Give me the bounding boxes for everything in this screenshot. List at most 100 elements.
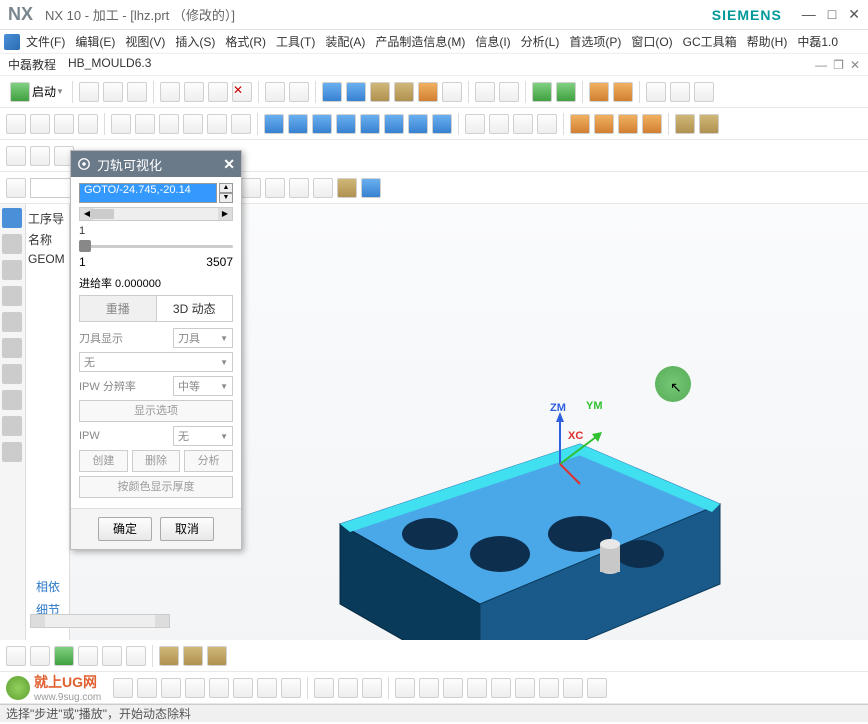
tree-horizontal-scroll[interactable] [30, 614, 170, 628]
btool-8[interactable] [183, 646, 203, 666]
sub-close-icon[interactable]: ✕ [850, 58, 860, 72]
ctool-18[interactable] [539, 678, 559, 698]
tool-f3[interactable] [159, 114, 179, 134]
create-button[interactable]: 创建 [79, 450, 128, 472]
tool-i4[interactable] [642, 114, 662, 134]
tool-snap8[interactable] [361, 178, 381, 198]
tool-snap7[interactable] [337, 178, 357, 198]
tool-b1[interactable] [532, 82, 552, 102]
sidebar-nav-7[interactable] [2, 364, 22, 384]
menu-view[interactable]: 视图(V) [121, 31, 169, 52]
frame-slider[interactable] [79, 237, 233, 255]
ctool-6[interactable] [233, 678, 253, 698]
tool-view1[interactable] [322, 82, 342, 102]
tool-snap3[interactable] [241, 178, 261, 198]
tool-i3[interactable] [618, 114, 638, 134]
tool-cut[interactable] [160, 82, 180, 102]
scroll-thumb[interactable] [90, 209, 114, 219]
ctool-10[interactable] [338, 678, 358, 698]
display-options-button[interactable]: 显示选项 [79, 400, 233, 422]
ctool-11[interactable] [362, 678, 382, 698]
menu-gctoolbox[interactable]: GC工具箱 [679, 31, 741, 52]
btool-5[interactable] [102, 646, 122, 666]
tool-h4[interactable] [537, 114, 557, 134]
menu-file[interactable]: 文件(F) [22, 31, 69, 52]
tool-f5[interactable] [207, 114, 227, 134]
app-icon[interactable] [4, 34, 20, 50]
tool-g3[interactable] [312, 114, 332, 134]
btool-2[interactable] [30, 646, 50, 666]
tool-cube2[interactable] [394, 82, 414, 102]
sub-minimize-icon[interactable]: — [815, 58, 827, 72]
tool-snap5[interactable] [289, 178, 309, 198]
ctool-13[interactable] [419, 678, 439, 698]
tool-k2[interactable] [30, 146, 50, 166]
goto-down-button[interactable]: ▼ [219, 193, 233, 203]
ctool-8[interactable] [281, 678, 301, 698]
color-thickness-button[interactable]: 按颜色显示厚度 [79, 476, 233, 498]
tool-f1[interactable] [111, 114, 131, 134]
tool-delete[interactable]: ✕ [232, 82, 252, 102]
tool-display-none-select[interactable]: 无 [79, 352, 233, 372]
tool-h3[interactable] [513, 114, 533, 134]
tool-cube1[interactable] [370, 82, 390, 102]
sidebar-nav-9[interactable] [2, 416, 22, 436]
tool-c2[interactable] [613, 82, 633, 102]
tool-i2[interactable] [594, 114, 614, 134]
sidebar-nav-5[interactable] [2, 312, 22, 332]
tool-e4[interactable] [78, 114, 98, 134]
tool-d3[interactable] [694, 82, 714, 102]
tool-h1[interactable] [465, 114, 485, 134]
menu-format[interactable]: 格式(R) [221, 31, 270, 52]
start-button[interactable]: 启动 ▼ [6, 80, 66, 104]
sidebar-nav-10[interactable] [2, 442, 22, 462]
ctool-14[interactable] [443, 678, 463, 698]
ctool-9[interactable] [314, 678, 334, 698]
tool-e3[interactable] [54, 114, 74, 134]
sidebar-nav-8[interactable] [2, 390, 22, 410]
tool-display-select[interactable]: 刀具 [173, 328, 233, 348]
ok-button[interactable]: 确定 [98, 517, 152, 541]
tool-snap6[interactable] [313, 178, 333, 198]
tool-sel1[interactable] [6, 178, 26, 198]
tool-j2[interactable] [699, 114, 719, 134]
btool-7[interactable] [159, 646, 179, 666]
menu-preferences[interactable]: 首选项(P) [565, 31, 625, 52]
menu-help[interactable]: 帮助(H) [743, 31, 792, 52]
maximize-button[interactable]: □ [828, 6, 836, 23]
tool-copy[interactable] [184, 82, 204, 102]
goto-scrollbar[interactable]: ◀ ▶ [79, 207, 233, 221]
tool-f6[interactable] [231, 114, 251, 134]
tool-folder[interactable] [418, 82, 438, 102]
tab-replay[interactable]: 重播 [80, 296, 157, 321]
btool-6[interactable] [126, 646, 146, 666]
tool-rect[interactable] [442, 82, 462, 102]
menu-edit[interactable]: 编辑(E) [71, 31, 119, 52]
tool-paste[interactable] [208, 82, 228, 102]
menu-info[interactable]: 信息(I) [471, 31, 514, 52]
tool-snap4[interactable] [265, 178, 285, 198]
tool-k1[interactable] [6, 146, 26, 166]
ctool-19[interactable] [563, 678, 583, 698]
goto-up-button[interactable]: ▲ [219, 183, 233, 193]
menu-window[interactable]: 窗口(O) [627, 31, 676, 52]
btool-1[interactable] [6, 646, 26, 666]
frame-slider-thumb[interactable] [79, 240, 91, 252]
tool-h2[interactable] [489, 114, 509, 134]
tool-f2[interactable] [135, 114, 155, 134]
tool-a1[interactable] [475, 82, 495, 102]
sidebar-nav-operation[interactable] [2, 208, 22, 228]
tool-j1[interactable] [675, 114, 695, 134]
tool-a2[interactable] [499, 82, 519, 102]
delete-button[interactable]: 删除 [132, 450, 181, 472]
scroll-right-button[interactable]: ▶ [218, 208, 232, 220]
ctool-5[interactable] [209, 678, 229, 698]
menu-tools[interactable]: 工具(T) [272, 31, 319, 52]
ctool-16[interactable] [491, 678, 511, 698]
menu-zhonglei[interactable]: 中磊1.0 [793, 31, 842, 52]
tool-e1[interactable] [6, 114, 26, 134]
tool-i1[interactable] [570, 114, 590, 134]
goto-input[interactable]: GOTO/-24.745,-20.14 [79, 183, 217, 203]
tool-g8[interactable] [432, 114, 452, 134]
tool-g2[interactable] [288, 114, 308, 134]
